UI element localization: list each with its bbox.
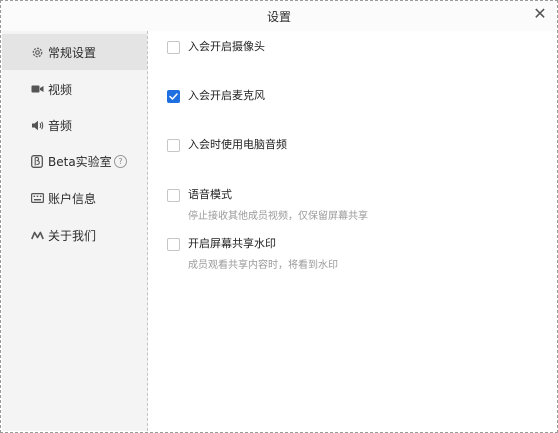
general-settings-panel: 入会开启摄像头 入会开启麦克风 入会时使用电脑音频 语音模式 停止接收其他成员视… [148,31,557,431]
option-label: 入会开启麦克风 [188,89,265,102]
sidebar-item-label: Beta实验室 [48,154,112,169]
checkbox[interactable] [167,90,180,103]
sidebar-item-video[interactable]: 视频 [2,71,147,107]
keyboard-icon [30,191,44,205]
title-bar: 设置 ✕ [1,1,557,31]
checkbox[interactable] [167,189,180,202]
help-icon[interactable]: ? [114,154,127,168]
option-screen-share-watermark: 开启屏幕共享水印 成员观看共享内容时，将看到水印 [167,236,338,271]
option-voice-mode: 语音模式 停止接收其他成员视频，仅保留屏幕共享 [167,187,368,222]
sidebar-item-audio[interactable]: 音频 [2,107,147,143]
sidebar-item-about[interactable]: 关于我们 [2,217,147,253]
option-description: 停止接收其他成员视频，仅保留屏幕共享 [188,211,368,222]
option-label: 入会开启摄像头 [188,40,265,53]
sidebar-item-label: 关于我们 [48,228,97,243]
beta-icon [30,154,44,168]
sidebar-item-general[interactable]: 常规设置 [2,34,147,70]
option-label: 开启屏幕共享水印 [188,237,276,250]
gear-icon [30,45,44,59]
speaker-icon [30,118,44,132]
window-title: 设置 [266,10,291,24]
option-label: 入会时使用电脑音频 [188,138,287,151]
sidebar-item-label: 账户信息 [48,191,97,206]
option-description: 成员观看共享内容时，将看到水印 [188,260,338,271]
checkbox[interactable] [167,41,180,54]
sidebar: 常规设置 视频 音频 Beta实验室 ? 账户信息 关于我们 [2,31,148,431]
checkmark-icon [169,93,178,100]
sidebar-item-beta-lab[interactable]: Beta实验室 ? [2,143,147,179]
option-computer-audio-on-join: 入会时使用电脑音频 [167,137,287,152]
sidebar-item-label: 音频 [48,118,73,133]
checkbox[interactable] [167,238,180,251]
option-mic-on-join: 入会开启麦克风 [167,88,265,103]
logo-icon [30,228,44,242]
close-icon[interactable]: ✕ [532,6,548,22]
camera-icon [30,82,44,96]
sidebar-item-label: 常规设置 [48,45,97,60]
option-camera-on-join: 入会开启摄像头 [167,39,265,54]
sidebar-item-account[interactable]: 账户信息 [2,180,147,216]
checkbox[interactable] [167,139,180,152]
option-label: 语音模式 [188,188,232,201]
sidebar-item-label: 视频 [48,82,73,97]
settings-window: 设置 ✕ 常规设置 视频 音频 Beta实验室 ? 账户信息 关于我们 入会开启… [0,0,558,433]
